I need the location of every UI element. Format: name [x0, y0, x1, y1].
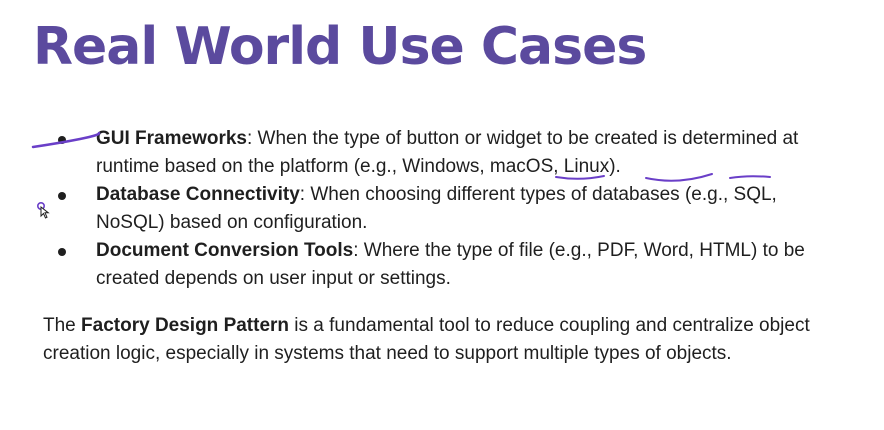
use-case-list: GUI Frameworks: When the type of button …	[0, 125, 884, 293]
list-item: GUI Frameworks: When the type of button …	[0, 125, 816, 181]
summary-term: Factory Design Pattern	[81, 315, 290, 336]
bullet-text: Document Conversion Tools: Where the typ…	[96, 240, 805, 289]
bullet-icon	[58, 248, 66, 256]
bullet-icon	[58, 136, 66, 144]
slide-title: Real World Use Cases	[33, 17, 647, 77]
summary-lead: The	[43, 315, 82, 336]
bullet-icon	[58, 192, 66, 200]
summary-paragraph: The Factory Design Pattern is a fundamen…	[43, 312, 833, 368]
list-item: Database Connectivity: When choosing dif…	[0, 181, 816, 237]
list-item: Document Conversion Tools: Where the typ…	[0, 237, 816, 293]
bullet-term: Document Conversion Tools	[96, 240, 354, 261]
bullet-text: Database Connectivity: When choosing dif…	[96, 184, 777, 233]
bullet-term: Database Connectivity	[96, 184, 300, 205]
bullet-term: GUI Frameworks	[96, 128, 247, 149]
bullet-text: GUI Frameworks: When the type of button …	[96, 128, 798, 177]
